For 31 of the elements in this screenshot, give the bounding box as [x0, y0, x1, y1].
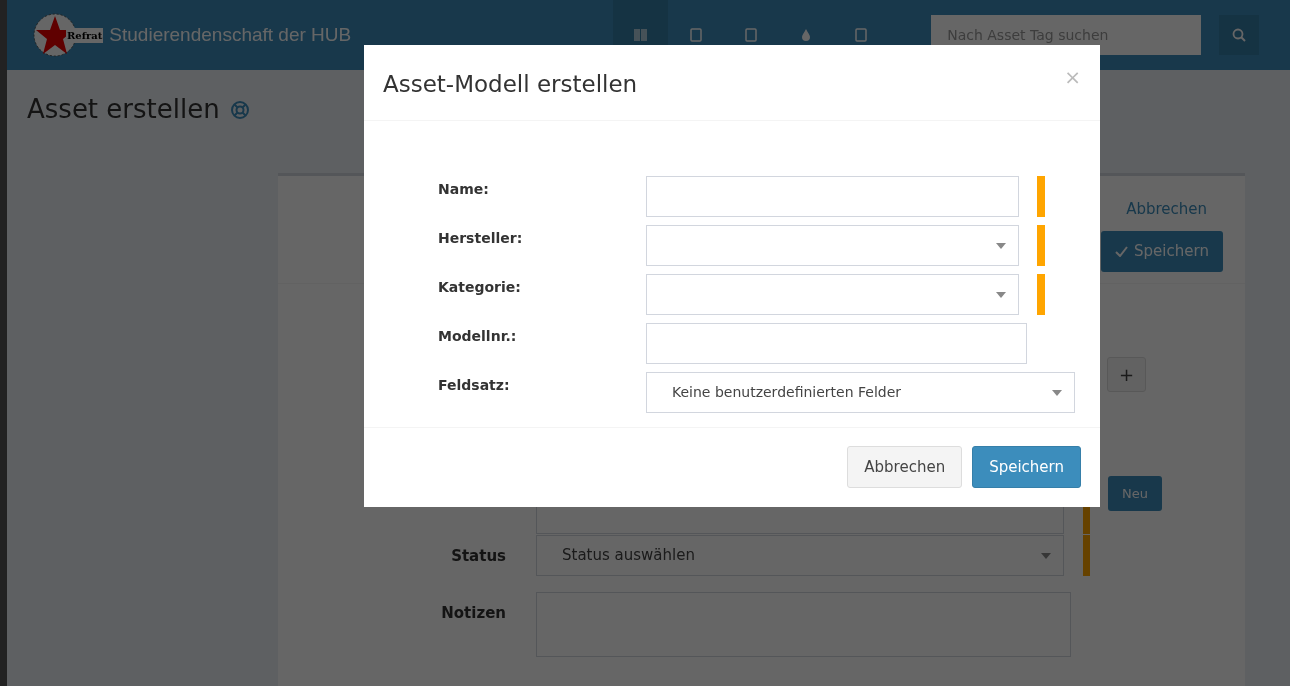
select-field[interactable]: Status auswählen [536, 535, 1064, 576]
save-button[interactable]: Speichern [1101, 230, 1223, 272]
logo-text: Refrat [66, 27, 104, 43]
checkmark-icon [1115, 245, 1129, 257]
select-field[interactable] [646, 225, 1019, 266]
field-label: Status [450, 546, 506, 567]
select-field[interactable]: Keine benutzerdefinierten Felder [646, 372, 1075, 413]
input-field[interactable] [646, 323, 1027, 364]
field-label: Kategorie: [437, 278, 522, 297]
cancel-link[interactable]: Abbrechen [1126, 198, 1207, 221]
search-icon [1232, 28, 1247, 42]
field-label: Feldsatz: [437, 376, 511, 395]
field-label: Notizen [440, 603, 506, 624]
save-button[interactable]: Speichern [972, 446, 1081, 488]
modal-title: Asset-Modell erstellen [383, 70, 638, 99]
new-button[interactable]: Neu [1108, 476, 1162, 511]
field-label: Hersteller: [437, 229, 524, 248]
caret-icon [996, 242, 1006, 249]
page-title: Asset erstellen [27, 93, 220, 126]
add-button[interactable]: + [1107, 357, 1146, 392]
cancel-button[interactable]: Abbrechen [847, 446, 963, 488]
caret-icon [1052, 389, 1062, 396]
select-field[interactable] [646, 274, 1019, 315]
caret-icon [996, 291, 1006, 298]
caret-icon [1041, 552, 1051, 559]
close-button[interactable]: × [1064, 67, 1081, 87]
field-label: Modellnr.: [437, 327, 518, 346]
field-label: Name: [437, 180, 490, 199]
input-field[interactable] [646, 176, 1019, 217]
lifebuoy-icon [229, 99, 250, 120]
brand-title: Studierendenschaft der HUB [109, 22, 352, 47]
